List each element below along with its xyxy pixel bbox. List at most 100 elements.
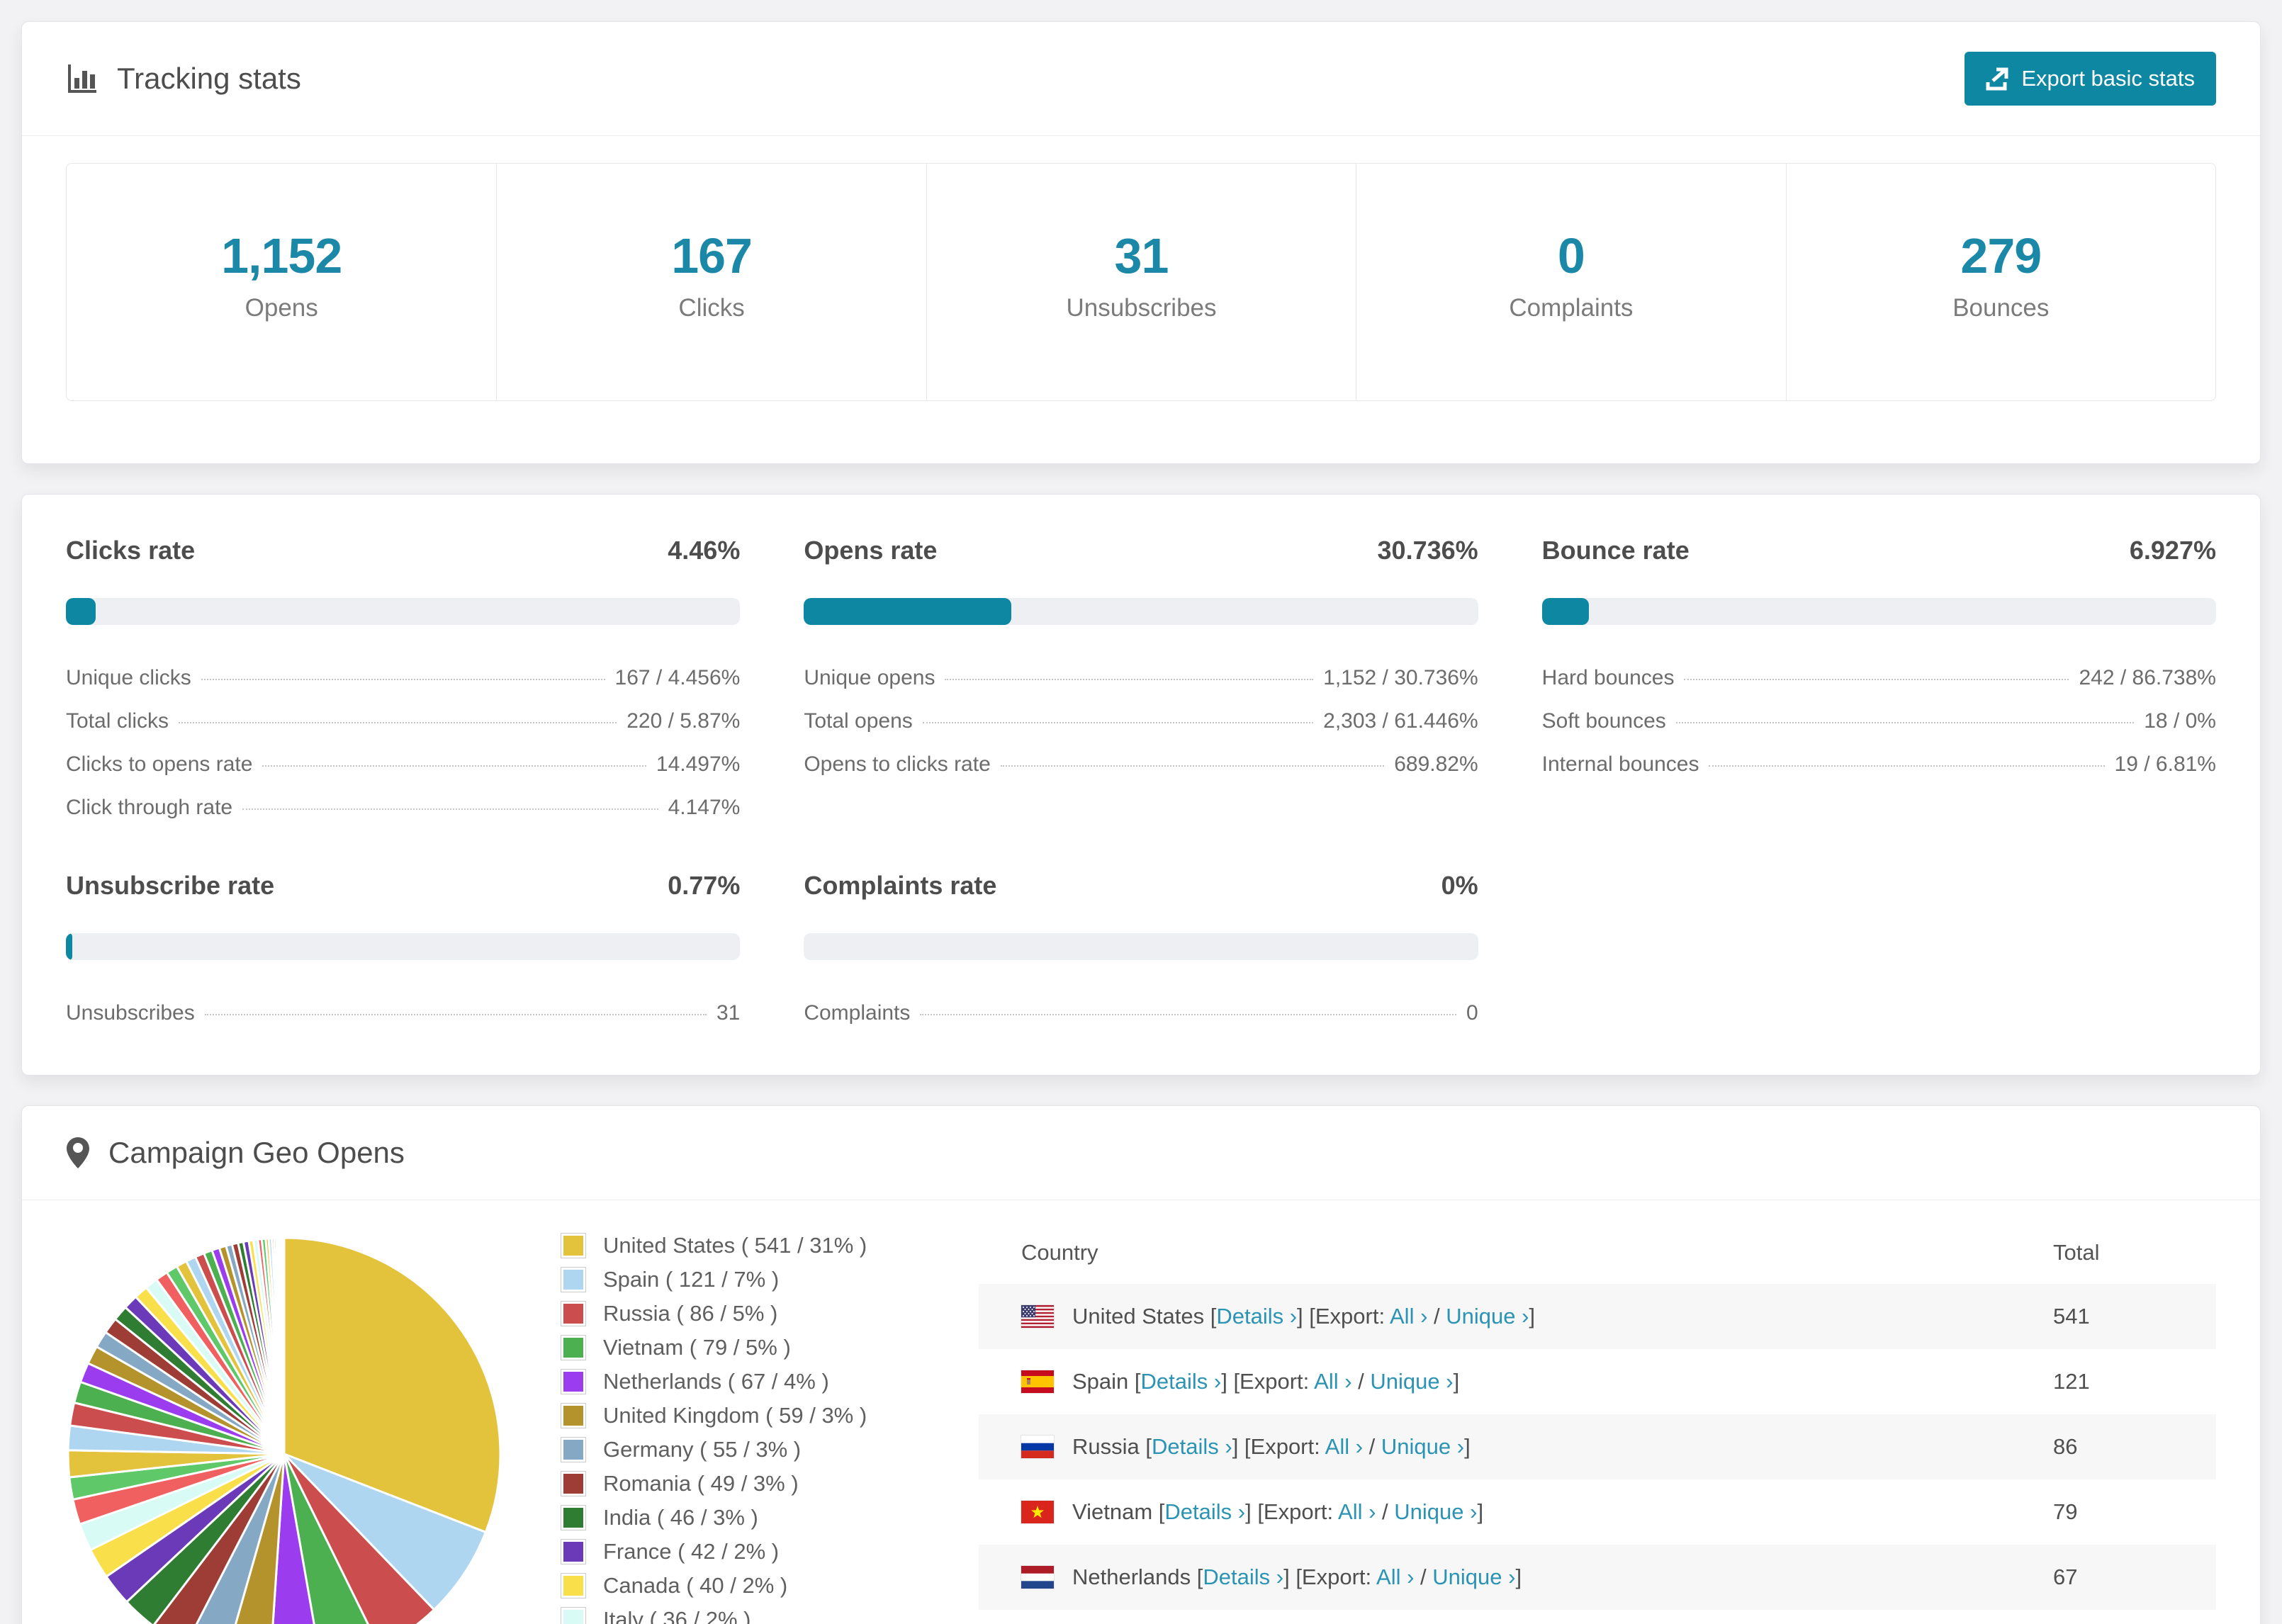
metric-label: Click through rate	[66, 796, 233, 819]
stat-label: Clicks	[678, 294, 745, 322]
legend-label: Germany ( 55 / 3% )	[603, 1437, 802, 1462]
metric-row-total-clicks: Total clicks 220 / 5.87%	[66, 709, 740, 733]
summary-stat-bounces: 279 Bounces	[1785, 164, 2215, 400]
country-cell-text: Vietnam [Details ›] [Export: All › / Uni…	[1072, 1499, 1484, 1524]
legend-swatch	[561, 1505, 586, 1530]
panel-title: Unsubscribe rate	[66, 871, 275, 900]
export-all-link-spain[interactable]: All ›	[1314, 1369, 1351, 1394]
geo-title: Campaign Geo Opens	[66, 1136, 405, 1170]
export-unique-link-united-states[interactable]: Unique ›	[1446, 1304, 1529, 1329]
progress-bar-fill	[66, 933, 72, 960]
metric-value: 18 / 0%	[2144, 709, 2216, 733]
legend-item-canada[interactable]: Canada ( 40 / 2% )	[561, 1573, 929, 1598]
flag-us-icon	[1021, 1304, 1055, 1329]
geo-section-title: Campaign Geo Opens	[108, 1136, 405, 1169]
metric-row-unique-clicks: Unique clicks 167 / 4.456%	[66, 666, 740, 690]
panel-title: Bounce rate	[1541, 536, 1690, 565]
dotted-leader	[242, 808, 658, 810]
tracking-stats-title: Tracking stats	[66, 62, 301, 96]
legend-item-france[interactable]: France ( 42 / 2% )	[561, 1539, 929, 1564]
metric-value: 167 / 4.456%	[614, 666, 741, 689]
dotted-leader	[204, 1014, 707, 1015]
legend-item-germany[interactable]: Germany ( 55 / 3% )	[561, 1437, 929, 1462]
dotted-leader	[179, 722, 617, 723]
export-all-link-russia[interactable]: All ›	[1325, 1434, 1363, 1459]
export-all-link-united-states[interactable]: All ›	[1390, 1304, 1427, 1329]
legend-item-india[interactable]: India ( 46 / 3% )	[561, 1505, 929, 1530]
panel-title: Complaints rate	[804, 871, 997, 900]
rate-panel-bounce-rate: Bounce rate 6.927% Hard bounces 242 / 86…	[1541, 536, 2216, 820]
metric-label: Soft bounces	[1541, 709, 1666, 733]
tracking-stats-card: Tracking stats Export basic stats 1,152 …	[21, 21, 2261, 464]
panel-title: Opens rate	[804, 536, 938, 565]
metric-label: Hard bounces	[1541, 666, 1675, 689]
details-link-vietnam[interactable]: Details ›	[1164, 1499, 1245, 1524]
legend-item-romania[interactable]: Romania ( 49 / 3% )	[561, 1471, 929, 1496]
stat-value: 167	[671, 228, 753, 283]
export-icon	[1986, 67, 2008, 91]
panel-percent: 0.77%	[668, 871, 741, 900]
legend-item-united-states[interactable]: United States ( 541 / 31% )	[561, 1233, 929, 1258]
legend-swatch	[561, 1573, 586, 1598]
export-all-link-netherlands[interactable]: All ›	[1376, 1564, 1414, 1589]
legend-swatch	[561, 1403, 586, 1428]
header-divider	[22, 135, 2260, 136]
column-header-country: Country	[1021, 1240, 1098, 1265]
country-total: 79	[2053, 1499, 2078, 1524]
flag-vn-icon	[1021, 1500, 1055, 1524]
geo-table-container: Country Total United States [Details ›] …	[979, 1222, 2216, 1624]
summary-stats-row: 1,152 Opens 167 Clicks 31 Unsubscribes 0 Co…	[66, 163, 2216, 401]
metric-row-click-through-rate: Click through rate 4.147%	[66, 796, 740, 820]
legend-swatch	[561, 1335, 586, 1360]
stat-label: Bounces	[1952, 294, 2050, 322]
export-all-link-vietnam[interactable]: All ›	[1338, 1499, 1376, 1524]
rate-panel-complaints-rate: Complaints rate 0% Complaints 0	[804, 871, 1478, 1025]
legend-swatch	[561, 1471, 586, 1496]
details-link-spain[interactable]: Details ›	[1141, 1369, 1222, 1394]
metric-row-hard-bounces: Hard bounces 242 / 86.738%	[1542, 666, 2216, 690]
details-link-russia[interactable]: Details ›	[1152, 1434, 1232, 1459]
geo-table-row-spain: Spain [Details ›] [Export: All › / Uniqu…	[979, 1349, 2216, 1414]
legend-swatch	[561, 1267, 586, 1292]
geo-table-row-vietnam: Vietnam [Details ›] [Export: All › / Uni…	[979, 1479, 2216, 1545]
legend-label: France ( 42 / 2% )	[603, 1539, 780, 1564]
progress-bar	[66, 598, 741, 625]
metric-value: 2,303 / 61.446%	[1323, 709, 1478, 733]
panel-percent: 6.927%	[2129, 536, 2216, 565]
geo-table-row-united-states: United States [Details ›] [Export: All ›…	[979, 1284, 2216, 1349]
legend-item-spain[interactable]: Spain ( 121 / 7% )	[561, 1267, 929, 1292]
stat-label: Complaints	[1509, 294, 1634, 322]
legend-label: United Kingdom ( 59 / 3% )	[603, 1403, 867, 1428]
export-basic-stats-button[interactable]: Export basic stats	[1965, 52, 2216, 106]
export-unique-link-russia[interactable]: Unique ›	[1381, 1434, 1464, 1459]
metric-label: Unique opens	[804, 666, 935, 689]
legend-swatch	[561, 1369, 586, 1394]
legend-item-united-kingdom[interactable]: United Kingdom ( 59 / 3% )	[561, 1403, 929, 1428]
stat-value: 31	[1114, 228, 1169, 283]
campaign-geo-opens-card: Campaign Geo Opens United States ( 541 /…	[21, 1105, 2261, 1624]
rate-panel-opens-rate: Opens rate 30.736% Unique opens 1,152 / …	[804, 536, 1478, 820]
export-unique-link-spain[interactable]: Unique ›	[1370, 1369, 1453, 1394]
legend-item-italy[interactable]: Italy ( 36 / 2% )	[561, 1607, 929, 1624]
legend-item-netherlands[interactable]: Netherlands ( 67 / 4% )	[561, 1369, 929, 1394]
export-unique-link-netherlands[interactable]: Unique ›	[1432, 1564, 1515, 1589]
details-link-united-states[interactable]: Details ›	[1216, 1304, 1297, 1329]
geo-table-header-row: Country Total	[979, 1222, 2216, 1284]
legend-label: United States ( 541 / 31% )	[603, 1233, 867, 1258]
progress-bar-fill	[1541, 598, 1589, 625]
metric-row-clicks-to-opens-rate: Clicks to opens rate 14.497%	[66, 752, 740, 777]
legend-item-vietnam[interactable]: Vietnam ( 79 / 5% )	[561, 1335, 929, 1360]
rate-panels-grid: Clicks rate 4.46% Unique clicks 167 / 4.…	[22, 495, 2260, 1075]
dotted-leader	[1709, 765, 2105, 767]
country-total: 59	[2053, 1610, 2216, 1624]
export-unique-link-vietnam[interactable]: Unique ›	[1394, 1499, 1477, 1524]
metric-label: Unique clicks	[66, 666, 191, 689]
legend-item-russia[interactable]: Russia ( 86 / 5% )	[561, 1301, 929, 1326]
rate-panel-unsubscribe-rate: Unsubscribe rate 0.77% Unsubscribes 31	[66, 871, 741, 1025]
metric-label: Total opens	[804, 709, 913, 733]
metric-label: Opens to clicks rate	[804, 752, 991, 776]
details-link-netherlands[interactable]: Details ›	[1203, 1564, 1283, 1589]
legend-label: Russia ( 86 / 5% )	[603, 1301, 778, 1326]
dotted-leader	[1675, 722, 2135, 723]
dotted-leader	[1684, 679, 2069, 680]
